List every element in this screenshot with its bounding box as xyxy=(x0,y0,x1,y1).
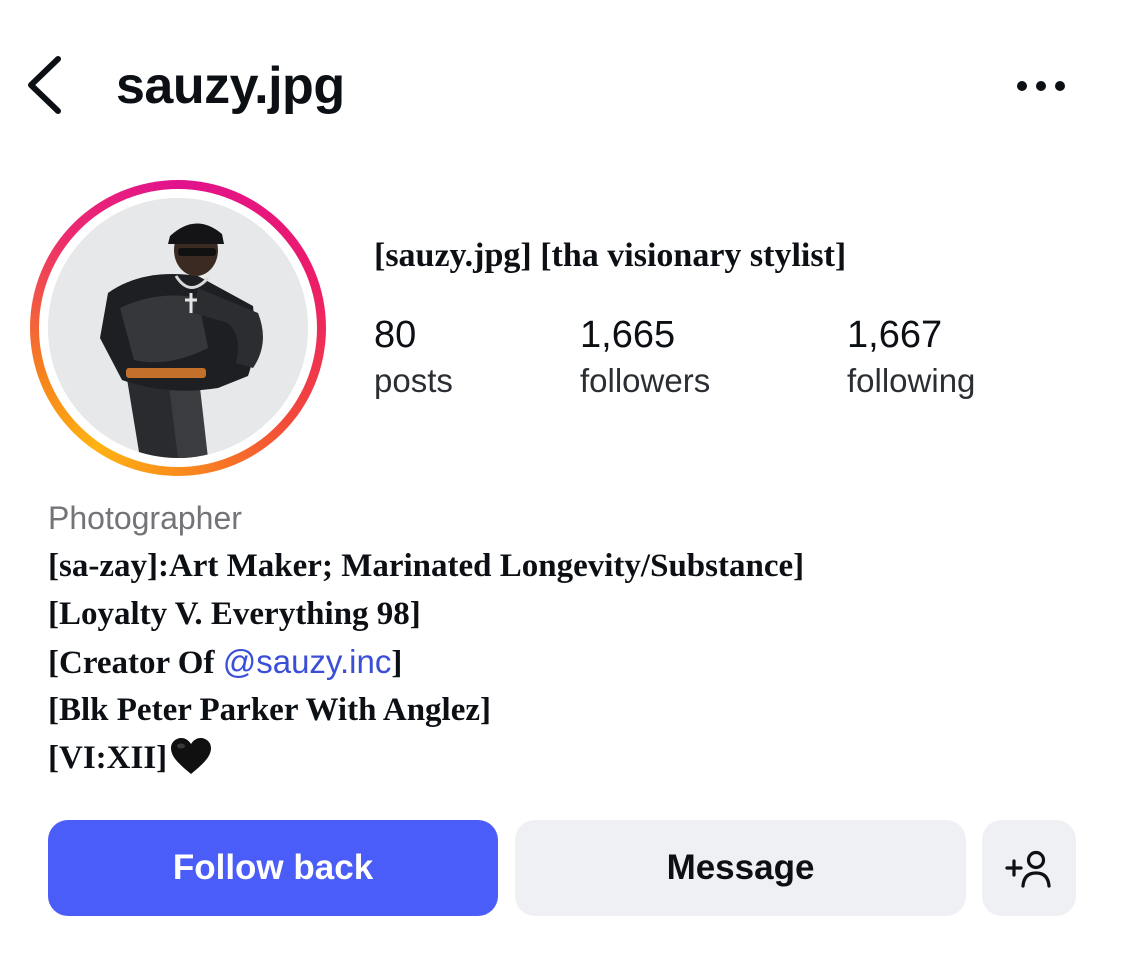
stat-followers-count: 1,665 xyxy=(580,314,676,356)
back-button[interactable] xyxy=(22,52,68,118)
avatar xyxy=(48,198,308,458)
stat-followers-label: followers xyxy=(580,362,711,399)
add-user-button[interactable] xyxy=(982,820,1076,916)
follow-back-label: Follow back xyxy=(172,848,374,887)
profile-header: sauzy.jpg xyxy=(0,0,1125,170)
bio-line: [Loyalty V. Everything 98] xyxy=(48,596,421,632)
avatar-ring-gap xyxy=(39,189,317,467)
chevron-left-icon xyxy=(28,56,61,114)
stat-following[interactable]: 1,667 following xyxy=(847,312,975,404)
more-options-button[interactable] xyxy=(1008,68,1072,104)
stat-posts-count: 80 xyxy=(374,314,417,356)
profile-category: Photographer xyxy=(48,500,242,536)
bio-line: [sa-zay]:Art Maker; Marinated Longevity/… xyxy=(48,548,805,584)
add-user-icon xyxy=(1005,850,1051,888)
stat-following-label: following xyxy=(847,362,976,399)
more-horizontal-icon xyxy=(1017,81,1065,91)
bio-text: [Creator Of xyxy=(48,645,223,681)
display-name: [sauzy.jpg] [tha visionary stylist] xyxy=(374,237,847,274)
stat-posts[interactable]: 80 posts xyxy=(374,312,453,404)
stat-posts-label: posts xyxy=(374,362,453,399)
mention-link[interactable]: @sauzy.inc xyxy=(223,643,392,680)
profile-bio: [sa-zay]:Art Maker; Marinated Longevity/… xyxy=(48,542,1088,782)
black-heart-icon xyxy=(171,738,212,774)
message-label: Message xyxy=(666,848,815,887)
bio-text: ] xyxy=(391,645,403,681)
bio-line: [Creator Of @sauzy.inc] xyxy=(48,638,1088,686)
bio-line: [VI:XII] xyxy=(48,734,1088,782)
story-ring[interactable] xyxy=(30,180,326,476)
profile-page: sauzy.jpg [sauzy.jpg] [tha visionary sty… xyxy=(0,0,1125,958)
stat-following-count: 1,667 xyxy=(847,314,943,356)
avatar-photo xyxy=(48,198,308,458)
bio-line: [Blk Peter Parker With Anglez] xyxy=(48,692,492,728)
stat-followers[interactable]: 1,665 followers xyxy=(580,312,710,404)
bio-text: [VI:XII] xyxy=(48,740,168,776)
follow-back-button[interactable]: Follow back xyxy=(48,820,498,916)
message-button[interactable]: Message xyxy=(515,820,966,916)
page-title: sauzy.jpg xyxy=(116,57,345,115)
